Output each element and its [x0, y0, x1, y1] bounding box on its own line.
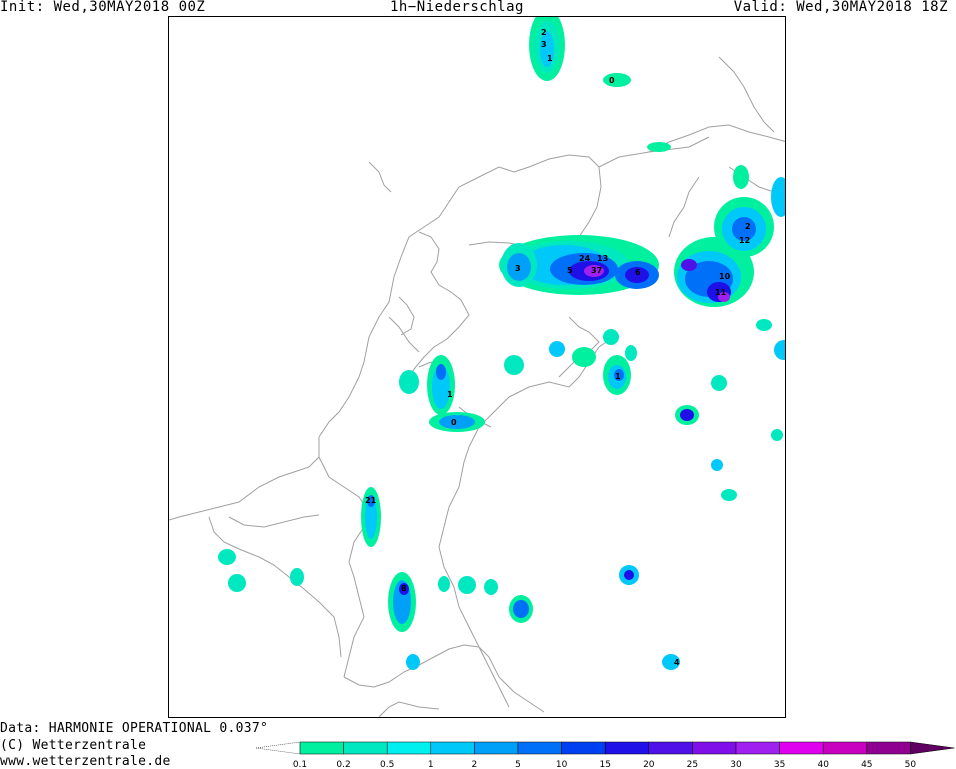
colorbar-tick-label: 30 — [730, 760, 742, 768]
colorbar-tick-label: 25 — [687, 760, 698, 768]
cell-value-label: 3 — [515, 264, 521, 273]
precipitation-map: 2 3 1 0 24 13 37 5 11 10 6 4 21 8 1 0 3 … — [168, 16, 786, 718]
cell-value-label: 13 — [597, 254, 608, 263]
cell-value-label: 3 — [541, 40, 547, 49]
colorbar-cell — [343, 741, 388, 755]
colorbar-cell — [822, 741, 868, 755]
cell-value-label: 2 — [745, 222, 751, 231]
colorbar-cell — [386, 741, 432, 755]
init-time-label: Init: Wed,30MAY2018 00Z — [0, 0, 206, 15]
colorbar-cells — [299, 741, 955, 755]
cell-value-label: 12 — [739, 236, 750, 245]
colorbar-cell — [474, 741, 519, 755]
colorbar-cell — [604, 741, 650, 755]
colorbar-tick-label: 2 — [472, 760, 478, 768]
map-title: 1h−Niederschlag — [390, 0, 524, 15]
cell-value-label: 10 — [719, 272, 731, 281]
website-url: www.wetterzentrale.de — [0, 754, 171, 769]
cell-value-label: 2 — [541, 28, 547, 37]
coastlines-borders — [169, 56, 785, 717]
colorbar-tick-label: 15 — [599, 760, 610, 768]
colorbar-tick-label: 1 — [428, 760, 434, 768]
cell-value-label: 21 — [365, 496, 377, 505]
colorbar-tick-label: 10 — [556, 760, 568, 768]
cell-value-label: 0 — [451, 418, 457, 427]
copyright-label: (C) Wetterzentrale — [0, 738, 147, 753]
cell-value-label: 0 — [609, 76, 615, 85]
colorbar-cell — [299, 741, 344, 755]
colorbar-cell — [866, 741, 911, 755]
cell-value-label: 11 — [715, 288, 727, 297]
colorbar-upper-extension — [910, 741, 955, 755]
colorbar-tick-label: 45 — [861, 760, 872, 768]
cell-value-label: 24 — [579, 254, 591, 263]
colorbar-cell — [517, 741, 562, 755]
cell-value-label: 37 — [591, 266, 602, 275]
colorbar-ticks: 0.1 0.2 0.5 1 2 5 10 15 20 25 30 35 40 45 50 — [293, 760, 917, 768]
colorbar-cell — [735, 741, 780, 755]
cell-value-label: 6 — [635, 268, 641, 277]
cell-value-label: 1 — [547, 54, 553, 63]
colorbar-tick-label: 5 — [515, 760, 521, 768]
cell-value-label: 1 — [447, 390, 453, 399]
colorbar-legend: 0.1 0.2 0.5 1 2 5 10 15 20 25 30 35 40 45 50 — [256, 741, 955, 768]
cell-value-label: 1 — [615, 372, 621, 381]
map-canvas: 2 3 1 0 24 13 37 5 11 10 6 4 21 8 1 0 3 … — [169, 17, 785, 717]
cell-value-label: 5 — [567, 266, 573, 275]
cell-value-label: 8 — [401, 584, 407, 593]
colorbar-tick-label: 0.5 — [380, 760, 394, 768]
colorbar-tick-label: 20 — [643, 760, 655, 768]
data-source-label: Data: HARMONIE OPERATIONAL 0.037° — [0, 721, 269, 736]
colorbar-cell — [561, 741, 606, 755]
precip-fields — [218, 17, 785, 670]
colorbar-tick-label: 0.2 — [336, 760, 350, 768]
colorbar-cell — [779, 741, 824, 755]
colorbar-tick-label: 35 — [774, 760, 785, 768]
cell-value-label: 4 — [674, 658, 680, 667]
colorbar-tick-label: 0.1 — [293, 760, 307, 768]
colorbar-cell — [692, 741, 737, 755]
colorbar-cell — [430, 741, 475, 755]
colorbar-cell — [648, 741, 693, 755]
colorbar-tick-label: 50 — [905, 760, 917, 768]
colorbar-lower-extension — [256, 741, 301, 755]
valid-time-label: Valid: Wed,30MAY2018 18Z — [733, 0, 948, 15]
colorbar-tick-label: 40 — [817, 760, 829, 768]
